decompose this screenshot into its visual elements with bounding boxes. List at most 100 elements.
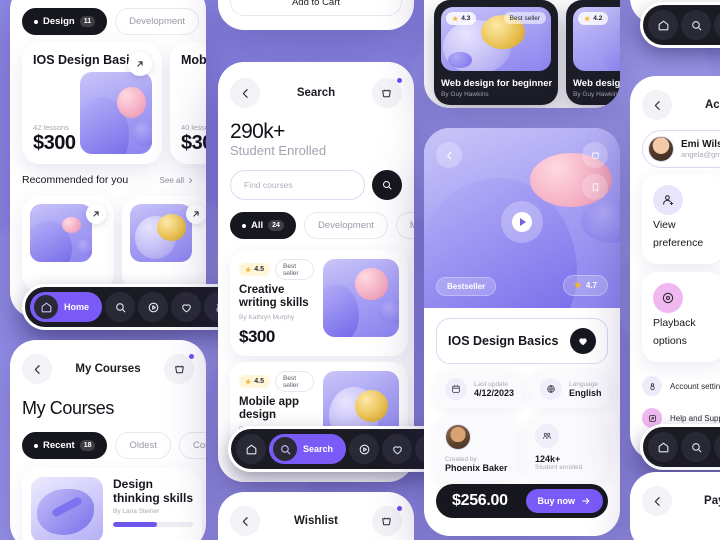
cart-button[interactable]: [582, 142, 608, 168]
account-setting-row[interactable]: Account setting: [642, 372, 720, 400]
play-video-button[interactable]: [501, 200, 543, 243]
nav-wishlist[interactable]: [382, 434, 413, 464]
active-dot-icon: [34, 443, 38, 448]
back-button[interactable]: [642, 90, 672, 120]
filter-chip-oldest[interactable]: Oldest: [115, 432, 171, 459]
recommended-card-2[interactable]: [122, 196, 206, 292]
featured-screen: ★ 4.3 Best seller Web design for beginne…: [424, 0, 620, 108]
active-dot-icon: [242, 223, 246, 228]
course-card-ios-design[interactable]: IOS Design Basics 42 lessons $300: [22, 42, 162, 164]
rating-value: 4.5: [254, 266, 265, 273]
filter-chip-recent[interactable]: Recent 18: [22, 432, 108, 459]
search-bottom-nav: Search: [228, 426, 454, 472]
chip-label: Development: [129, 16, 186, 27]
account-bottom-nav: [640, 424, 720, 470]
search-icon: [691, 20, 701, 30]
back-button[interactable]: [22, 354, 52, 384]
search-input[interactable]: Find courses: [230, 170, 365, 200]
filter-chip-completed[interactable]: Completed: [178, 432, 206, 459]
search-placeholder: Find courses: [244, 180, 293, 190]
course-detail-screen: Bestseller ★ 4.7 IOS Design Basics Last …: [424, 128, 620, 536]
category-chip-row: Design 11 Development Marketing: [22, 8, 206, 35]
course-price: $300: [181, 132, 206, 154]
course-title-box: IOS Design Basics: [436, 318, 608, 364]
nav-home[interactable]: [236, 434, 266, 464]
featured-author: By Guy Hawkins: [573, 91, 620, 98]
cart-screen: Add to Cart: [218, 0, 414, 30]
add-to-cart-button[interactable]: Add to Cart: [230, 0, 402, 16]
account-user-card[interactable]: Emi Wilson angela@gmail.com: [642, 130, 720, 168]
course-title: Mobile app design: [181, 53, 206, 67]
course-progress: [113, 522, 193, 528]
recommended-header: Recommended for you See all: [22, 174, 194, 186]
back-button[interactable]: [230, 506, 260, 536]
my-course-item[interactable]: Design thinking skills By Lana Steiner: [22, 468, 202, 540]
open-recommended-arrow-icon[interactable]: [86, 204, 106, 224]
chip-label: Development: [317, 220, 374, 231]
course-title: Design thinking skills: [113, 477, 194, 506]
bestseller-badge: Best seller: [275, 259, 314, 280]
category-chip-development[interactable]: Development: [115, 8, 200, 35]
cart-button[interactable]: [371, 505, 403, 536]
nav-play[interactable]: [714, 432, 720, 462]
filter-chip-marketing[interactable]: Marketing: [395, 212, 414, 239]
search-submit-button[interactable]: [372, 170, 402, 200]
bookmark-button[interactable]: [582, 174, 608, 200]
stat-label: Student Enrolled: [230, 143, 327, 158]
account-header: Account: [642, 90, 720, 120]
fragment-bottom-nav: [640, 2, 720, 48]
search-result-item[interactable]: ★ 4.5 Best seller Creative writing skill…: [230, 250, 408, 357]
home-bottom-nav: Home: [22, 284, 243, 330]
category-chip-design[interactable]: Design 11: [22, 8, 108, 35]
nav-search[interactable]: [105, 292, 136, 322]
creator-card: Created by Phoenix Baker: [436, 416, 518, 481]
back-button[interactable]: [436, 142, 462, 168]
cart-button[interactable]: [164, 353, 195, 384]
filter-chip-all[interactable]: All 24: [230, 212, 296, 239]
filter-chip-development[interactable]: Development: [303, 212, 388, 239]
featured-thumbnail: ★ 4.3 Best seller: [441, 7, 551, 71]
cart-button[interactable]: [371, 77, 403, 108]
row-label: Help and Support: [670, 413, 720, 423]
see-all-link[interactable]: See all: [160, 176, 194, 185]
search-filter-row: All 24 Development Marketing: [230, 212, 414, 239]
chip-label: Marketing: [409, 220, 414, 231]
nav-play[interactable]: [714, 10, 720, 40]
open-course-arrow-icon[interactable]: [128, 52, 152, 76]
enrolled-stat: 290k+ Student Enrolled: [230, 120, 326, 158]
buy-now-button[interactable]: Buy now: [525, 489, 603, 513]
nav-home[interactable]: [648, 432, 678, 462]
bestseller-badge: Best seller: [275, 371, 314, 392]
recommended-artwork: [30, 204, 92, 262]
nav-wishlist[interactable]: [171, 292, 202, 322]
favorite-button[interactable]: [570, 328, 596, 354]
featured-card-1[interactable]: ★ 4.3 Best seller Web design for beginne…: [434, 0, 558, 105]
nav-search[interactable]: [681, 432, 711, 462]
recommended-card-1[interactable]: [22, 196, 114, 292]
nav-search[interactable]: [681, 10, 711, 40]
playback-options-tile[interactable]: Playback options: [642, 272, 720, 362]
info-value: Phoenix Baker: [445, 463, 508, 473]
row-label: Account setting: [670, 381, 720, 391]
play-icon: [148, 302, 158, 312]
nav-home[interactable]: Home: [30, 292, 103, 322]
recommended-artwork: [130, 204, 192, 262]
back-button[interactable]: [230, 78, 260, 108]
course-hero: Bestseller ★ 4.7: [424, 128, 620, 308]
star-icon: ★: [245, 266, 252, 274]
star-icon: ★: [573, 280, 582, 290]
open-recommended-arrow-icon[interactable]: [186, 204, 206, 224]
nav-home[interactable]: [648, 10, 678, 40]
course-card-mobile-app[interactable]: Mobile app design 40 lessons $300: [170, 42, 206, 164]
featured-thumbnail: ★ 4.2: [573, 7, 620, 71]
back-button[interactable]: [642, 486, 672, 516]
search-header: Search: [230, 77, 403, 108]
featured-title: Web design: [573, 78, 620, 89]
nav-search[interactable]: Search: [269, 434, 347, 464]
featured-card-2[interactable]: ★ 4.2 Web design By Guy Hawkins: [566, 0, 620, 105]
bestseller-badge: Bestseller: [436, 277, 497, 296]
view-preference-tile[interactable]: View preference: [642, 174, 720, 264]
nav-play[interactable]: [349, 434, 380, 464]
nav-play[interactable]: [138, 292, 169, 322]
page-title: Search: [296, 87, 336, 99]
